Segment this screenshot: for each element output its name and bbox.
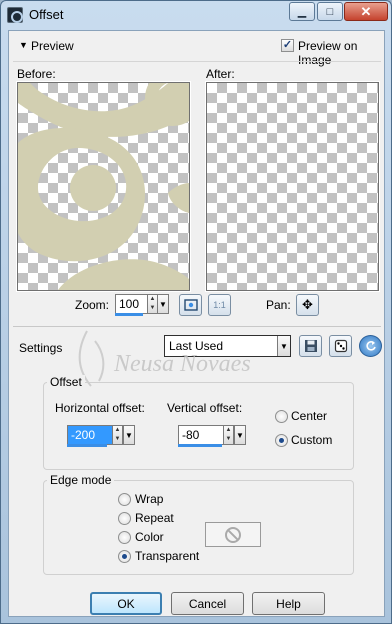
- zoom-slider-indicator[interactable]: [115, 313, 143, 316]
- vertical-offset-input[interactable]: -80: [178, 425, 224, 445]
- spin-up-icon[interactable]: ▲: [224, 426, 233, 435]
- reset-icon[interactable]: [359, 335, 382, 357]
- reset-glyph: [365, 341, 376, 351]
- app-icon: [7, 7, 23, 23]
- horizontal-offset-input[interactable]: -200: [67, 425, 113, 445]
- preset-combobox[interactable]: Last Used: [164, 335, 291, 357]
- vertical-offset-label: Vertical offset:: [167, 401, 243, 415]
- ok-button[interactable]: OK: [90, 592, 162, 615]
- before-preview[interactable]: [16, 81, 191, 292]
- after-preview[interactable]: [205, 81, 380, 292]
- title-bar[interactable]: Offset ▁ □ ✕: [1, 1, 391, 29]
- center-label[interactable]: Center: [291, 409, 327, 423]
- no-color-icon: [225, 526, 241, 543]
- horizontal-offset-label: Horizontal offset:: [55, 401, 145, 415]
- horizontal-offset-dropdown-button[interactable]: ▼: [123, 425, 135, 445]
- custom-radio[interactable]: [275, 434, 288, 447]
- save-icon[interactable]: [299, 335, 322, 357]
- zoom-label: Zoom:: [75, 298, 110, 312]
- center-radio[interactable]: [275, 410, 288, 423]
- preview-on-image-checkbox[interactable]: ✓: [281, 39, 294, 52]
- vertical-offset-slider-indicator[interactable]: [178, 444, 222, 447]
- spin-up-icon[interactable]: ▲: [148, 295, 157, 304]
- custom-label[interactable]: Custom: [291, 433, 332, 447]
- wrap-label[interactable]: Wrap: [135, 492, 163, 506]
- zoom-one-to-one-button[interactable]: 1:1: [208, 294, 231, 316]
- offset-group-title: Offset: [47, 375, 85, 389]
- vertical-offset-dropdown-button[interactable]: ▼: [234, 425, 246, 445]
- dice-glyph: [334, 339, 347, 353]
- before-preview-image: [18, 83, 189, 290]
- preview-on-image-label[interactable]: Preview on Image: [298, 39, 381, 67]
- maximize-button[interactable]: □: [317, 2, 343, 21]
- chevron-down-icon[interactable]: ▼: [277, 336, 290, 356]
- horizontal-offset-slider-indicator[interactable]: [67, 444, 107, 447]
- spin-down-icon[interactable]: ▼: [113, 435, 122, 444]
- cancel-button[interactable]: Cancel: [171, 592, 244, 615]
- transparent-radio[interactable]: [118, 550, 131, 563]
- zoom-input[interactable]: 100: [115, 294, 148, 314]
- settings-label: Settings: [19, 341, 63, 355]
- before-label: Before:: [17, 67, 56, 81]
- close-button[interactable]: ✕: [344, 2, 388, 21]
- spin-down-icon[interactable]: ▼: [148, 304, 157, 313]
- dice-icon[interactable]: [329, 335, 352, 357]
- wrap-radio[interactable]: [118, 493, 131, 506]
- minimize-button[interactable]: ▁: [289, 2, 315, 21]
- pan-label: Pan:: [266, 298, 291, 312]
- move-icon[interactable]: ✥: [296, 294, 319, 316]
- edge-mode-group-title: Edge mode: [47, 473, 115, 487]
- vertical-offset-spinner[interactable]: ▲ ▼: [223, 425, 234, 445]
- repeat-label[interactable]: Repeat: [135, 511, 174, 525]
- divider: [13, 326, 381, 327]
- preview-toggle-label[interactable]: Preview: [31, 39, 74, 53]
- transparent-label[interactable]: Transparent: [135, 549, 199, 563]
- horizontal-offset-spinner[interactable]: ▲ ▼: [112, 425, 123, 445]
- dialog-client-area: ▼ Preview ✓ Preview on Image Before: Aft…: [8, 30, 385, 617]
- color-label[interactable]: Color: [135, 530, 164, 544]
- edge-color-swatch[interactable]: [205, 522, 261, 547]
- fit-window-icon[interactable]: [179, 294, 202, 316]
- save-glyph: [304, 340, 317, 352]
- spin-up-icon[interactable]: ▲: [113, 426, 122, 435]
- window-title: Offset: [29, 7, 64, 22]
- divider: [13, 61, 381, 62]
- after-label: After:: [206, 67, 235, 81]
- color-radio[interactable]: [118, 531, 131, 544]
- repeat-radio[interactable]: [118, 512, 131, 525]
- collapse-arrow-icon[interactable]: ▼: [19, 40, 28, 50]
- help-button[interactable]: Help: [252, 592, 325, 615]
- preview-header: ▼ Preview ✓ Preview on Image: [13, 35, 381, 67]
- spin-down-icon[interactable]: ▼: [224, 435, 233, 444]
- offset-dialog-window: Offset ▁ □ ✕ ▼ Preview ✓ Preview on Imag…: [0, 0, 392, 624]
- fit-window-glyph: [183, 299, 198, 311]
- zoom-dropdown-button[interactable]: ▼: [157, 294, 169, 314]
